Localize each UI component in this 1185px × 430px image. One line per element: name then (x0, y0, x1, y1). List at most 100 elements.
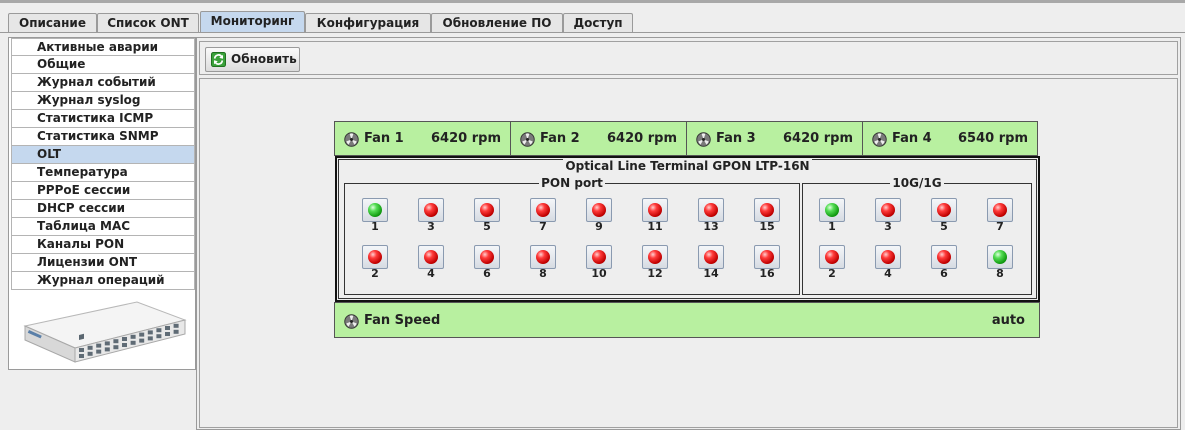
red-led-icon (937, 203, 951, 217)
tab-bar-divider (0, 32, 1185, 33)
sidebar-item-syslog[interactable]: Журнал syslog (11, 92, 195, 110)
uplink-port-5-label: 5 (940, 220, 948, 233)
pon-port-4-button[interactable] (418, 245, 444, 269)
uplink-port-4-button[interactable] (875, 245, 901, 269)
pon-port-10-button[interactable] (586, 245, 612, 269)
uplink-port-group: 10G/1G 1 3 5 7 2 4 6 8 (802, 176, 1032, 295)
green-led-icon (993, 250, 1007, 264)
uplink-port-3-button[interactable] (875, 198, 901, 222)
red-led-icon (536, 250, 550, 264)
pon-port-14-label: 14 (703, 267, 719, 280)
sidebar-item-mac-table[interactable]: Таблица MAC (11, 218, 195, 236)
pon-port-4-label: 4 (427, 267, 435, 280)
device-port-dot (96, 349, 102, 354)
pon-port-14-button[interactable] (698, 245, 724, 269)
fan-4-name: Fan 4 (892, 131, 932, 146)
tab-description[interactable]: Описание (8, 13, 97, 33)
pon-port-1-label: 1 (371, 220, 379, 233)
pon-port-11-button[interactable] (642, 198, 668, 222)
device-port-dot (139, 338, 145, 343)
device-port-dot (79, 354, 84, 358)
uplink-port-6-button[interactable] (931, 245, 957, 269)
pon-port-12-button[interactable] (642, 245, 668, 269)
sidebar-item-pon-channels[interactable]: Каналы PON (11, 236, 195, 254)
pon-port-1-button[interactable] (362, 198, 388, 222)
device-port-dot (79, 348, 84, 352)
red-led-icon (704, 250, 718, 264)
red-led-icon (760, 203, 774, 217)
pon-port-8-button[interactable] (530, 245, 556, 269)
tab-access[interactable]: Доступ (563, 13, 633, 33)
red-led-icon (592, 203, 606, 217)
tab-configuration[interactable]: Конфигурация (305, 13, 431, 33)
uplink-port-7-button[interactable] (987, 198, 1013, 222)
device-port-dot (122, 343, 127, 347)
red-led-icon (648, 203, 662, 217)
device-port-dot (87, 351, 93, 356)
uplink-port-2-button[interactable] (819, 245, 845, 269)
tab-monitoring[interactable]: Мониторинг (200, 11, 305, 33)
sidebar-item-temperature[interactable]: Температура (11, 164, 195, 182)
refresh-button[interactable]: Обновить (205, 47, 300, 72)
sidebar-item-active-alarms[interactable]: Активные аварии (11, 38, 195, 56)
fan-2-panel: Fan 2 6420 rpm (510, 121, 687, 156)
fan-speed-label: Fan Speed (364, 313, 441, 328)
fan-icon (696, 132, 711, 147)
red-led-icon (648, 250, 662, 264)
device-port-dot (147, 336, 153, 341)
device-port-dot (130, 334, 136, 339)
pon-port-6-button[interactable] (474, 245, 500, 269)
uplink-port-8-button[interactable] (987, 245, 1013, 269)
pon-port-5-button[interactable] (474, 198, 500, 222)
device-port-dot (104, 341, 110, 346)
device-port-dot (165, 332, 170, 336)
device-port-dot (87, 345, 93, 350)
red-led-icon (592, 250, 606, 264)
pon-port-group-title: PON port (539, 176, 605, 190)
device-port-dot (147, 330, 153, 335)
pon-port-9-button[interactable] (586, 198, 612, 222)
sidebar-item-event-log[interactable]: Журнал событий (11, 74, 195, 92)
uplink-port-3-label: 3 (884, 220, 892, 233)
uplink-port-5-button[interactable] (931, 198, 957, 222)
device-port-dot (173, 329, 179, 334)
pon-port-2-button[interactable] (362, 245, 388, 269)
sidebar-item-general[interactable]: Общие (11, 56, 195, 74)
pon-port-15-button[interactable] (754, 198, 780, 222)
fan-speed-value: auto (991, 313, 1025, 328)
red-led-icon (937, 250, 951, 264)
pon-port-16-button[interactable] (754, 245, 780, 269)
uplink-port-4-label: 4 (884, 267, 892, 280)
window-top-border (0, 0, 1185, 3)
sidebar-item-dhcp-sessions[interactable]: DHCP сессии (11, 200, 195, 218)
tab-firmware-update[interactable]: Обновление ПО (431, 13, 563, 33)
sidebar-item-pppoe-sessions[interactable]: PPPoE сессии (11, 182, 195, 200)
toolbar: Обновить (199, 41, 1178, 75)
fan-1-panel: Fan 1 6420 rpm (334, 121, 511, 156)
red-led-icon (368, 250, 382, 264)
pon-port-13-button[interactable] (698, 198, 724, 222)
refresh-label: Обновить (231, 52, 297, 66)
sidebar-item-icmp-stats[interactable]: Статистика ICMP (11, 110, 195, 128)
pon-port-9-label: 9 (595, 220, 603, 233)
sidebar-item-snmp-stats[interactable]: Статистика SNMP (11, 128, 195, 146)
pon-port-6-label: 6 (483, 267, 491, 280)
pon-port-3-button[interactable] (418, 198, 444, 222)
fan-3-panel: Fan 3 6420 rpm (686, 121, 863, 156)
sidebar-item-operations-log[interactable]: Журнал операций (11, 272, 195, 290)
sidebar-item-ont-licenses[interactable]: Лицензии ONT (11, 254, 195, 272)
sidebar-item-olt[interactable]: OLT (11, 146, 195, 164)
pon-port-3-label: 3 (427, 220, 435, 233)
red-led-icon (480, 250, 494, 264)
device-port-dot (122, 337, 127, 341)
green-led-icon (825, 203, 839, 217)
uplink-port-1-button[interactable] (819, 198, 845, 222)
red-led-icon (825, 250, 839, 264)
tab-ont-list[interactable]: Список ONT (97, 13, 199, 33)
device-port-dot (113, 339, 119, 344)
green-led-icon (368, 203, 382, 217)
fan-4-panel: Fan 4 6540 rpm (862, 121, 1038, 156)
fan-2-name: Fan 2 (540, 131, 580, 146)
pon-port-7-button[interactable] (530, 198, 556, 222)
uplink-port-2-label: 2 (828, 267, 836, 280)
